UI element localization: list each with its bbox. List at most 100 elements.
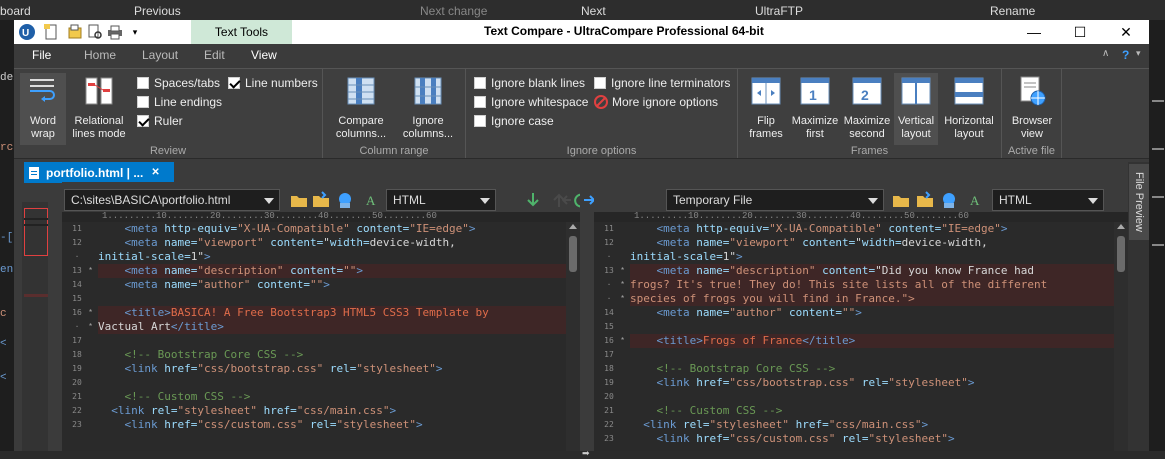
right-browse-folder-icon[interactable] xyxy=(916,191,934,209)
left-code-line: Vactual Art</title> xyxy=(98,320,568,334)
ignore-case-checkbox[interactable]: Ignore case xyxy=(474,114,554,128)
ribbon-tab-bar: File Home Layout Edit View ∧ ? ▾ xyxy=(14,44,1149,92)
ignore-blank-lines-checkbox[interactable]: Ignore blank lines xyxy=(474,76,585,90)
left-path-dropdown-icon[interactable] xyxy=(264,198,274,204)
left-line-number: 14 xyxy=(72,280,82,289)
print-preview-icon[interactable] xyxy=(86,23,104,41)
ruler-box[interactable] xyxy=(137,115,149,127)
right-path-combo[interactable]: Temporary File xyxy=(666,189,884,211)
left-font-icon[interactable]: A xyxy=(362,191,380,209)
right-syntax-combo[interactable]: HTML xyxy=(992,189,1104,211)
left-browse-folder-icon[interactable] xyxy=(312,191,330,209)
right-line-number: 13 xyxy=(604,266,614,275)
maximize-button[interactable]: ☐ xyxy=(1057,20,1103,44)
left-syntax-dropdown-icon[interactable] xyxy=(480,198,490,204)
background-right-strip xyxy=(1149,20,1165,451)
ignore-whitespace-checkbox[interactable]: Ignore whitespace xyxy=(474,95,588,109)
ignore-columns-button[interactable]: Ignore columns... xyxy=(398,75,458,141)
center-splitter[interactable]: ➡ xyxy=(562,182,596,458)
ignore-columns-icon xyxy=(414,77,442,105)
right-scroll-thumb[interactable] xyxy=(1117,236,1125,272)
right-line-number: 20 xyxy=(604,392,614,401)
right-code-view[interactable]: <meta http-equiv="X-UA-Compatible" conte… xyxy=(630,222,1114,451)
line-numbers-box[interactable] xyxy=(228,77,240,89)
flip-frames-button[interactable]: Flip frames xyxy=(744,75,788,141)
right-code-line: initial-scale=1"> xyxy=(630,250,743,263)
doc-tab-portfolio[interactable]: portfolio.html | ... ✕ xyxy=(24,162,174,183)
right-compare-pane: Temporary File A HTML 1.........10......… xyxy=(594,182,1128,451)
line-numbers-checkbox[interactable]: Line numbers xyxy=(228,76,318,90)
next-diff-down-icon[interactable] xyxy=(524,191,542,209)
tab-edit[interactable]: Edit xyxy=(204,48,225,62)
app-logo-icon[interactable]: U xyxy=(18,23,36,41)
tab-view[interactable]: View xyxy=(251,48,277,62)
tab-layout[interactable]: Layout xyxy=(142,48,178,62)
right-ftp-icon[interactable] xyxy=(940,191,958,209)
merge-arrows-icon[interactable] xyxy=(562,191,598,209)
spaces-tabs-box[interactable] xyxy=(137,77,149,89)
customize-qat-icon[interactable]: ▾ xyxy=(126,23,144,41)
tab-home[interactable]: Home xyxy=(84,48,116,62)
line-endings-checkbox[interactable]: Line endings xyxy=(137,95,222,109)
help-icon[interactable]: ? xyxy=(1122,48,1129,62)
relational-lines-mode-button[interactable]: Relational lines mode xyxy=(69,73,129,141)
left-code-view[interactable]: <meta http-equiv="X-UA-Compatible" conte… xyxy=(98,222,568,451)
left-code-line: <meta name="author" content=""> xyxy=(124,278,330,291)
print-icon[interactable] xyxy=(106,23,124,41)
browser-view-button[interactable]: Browser view xyxy=(1006,75,1058,141)
left-line-number-gutter: 11 12 · 13 * 14 15 16 * · * 17 18 19 20 21 22 23 xyxy=(62,222,98,451)
left-path-combo[interactable]: C:\sites\BASICA\portfolio.html xyxy=(64,189,280,211)
right-open-folder-icon[interactable] xyxy=(892,191,910,209)
open-file-icon[interactable] xyxy=(66,23,84,41)
right-vertical-scrollbar[interactable] xyxy=(1114,222,1128,451)
file-preview-tab[interactable]: File Preview xyxy=(1129,164,1149,240)
bg-label-board: board xyxy=(0,4,31,18)
doc-tab-close-icon[interactable]: ✕ xyxy=(151,167,159,178)
maximize-first-button[interactable]: 1 Maximize first xyxy=(790,75,840,141)
spaces-tabs-checkbox[interactable]: Spaces/tabs xyxy=(137,76,220,90)
left-open-folder-icon[interactable] xyxy=(290,191,308,209)
help-dropdown-icon[interactable]: ▾ xyxy=(1136,48,1141,59)
vertical-layout-button[interactable]: Vertical layout xyxy=(894,73,938,145)
line-endings-box[interactable] xyxy=(137,96,149,108)
left-syntax-combo[interactable]: HTML xyxy=(386,189,496,211)
more-ignore-options-button[interactable]: More ignore options xyxy=(594,95,718,109)
svg-text:A: A xyxy=(970,193,980,208)
compare-columns-button[interactable]: Compare columns... xyxy=(331,75,391,141)
left-code-line: initial-scale=1"> xyxy=(98,250,211,263)
maximize-second-icon: 2 xyxy=(852,77,882,105)
ribbon-collapse-icon[interactable]: ∧ xyxy=(1102,48,1109,59)
left-ftp-icon[interactable] xyxy=(336,191,354,209)
ignore-whitespace-box[interactable] xyxy=(474,96,486,108)
context-tab-text-tools[interactable]: Text Tools xyxy=(191,20,292,44)
left-code-line: <link href="css/custom.css" rel="stylesh… xyxy=(124,418,423,431)
minimize-button[interactable]: — xyxy=(1011,20,1057,44)
ignore-blank-lines-box[interactable] xyxy=(474,77,486,89)
ignore-line-terminators-box[interactable] xyxy=(594,77,606,89)
left-code-line: <meta name="description" content=""> xyxy=(98,264,568,278)
merge-right-arrow-icon[interactable]: ➡ xyxy=(582,448,590,459)
svg-text:2: 2 xyxy=(861,87,869,103)
word-wrap-button[interactable]: Word wrap xyxy=(20,73,66,145)
right-syntax-dropdown-icon[interactable] xyxy=(1088,198,1098,204)
maximize-second-button[interactable]: 2 Maximize second xyxy=(842,75,892,141)
right-line-number: · xyxy=(606,280,612,289)
maximize-first-icon: 1 xyxy=(800,77,830,105)
title-bar: U ▾ Text Tools Text Compare - UltraCompa… xyxy=(14,20,1149,44)
horizontal-layout-button[interactable]: Horizontal layout xyxy=(942,75,996,141)
tab-file[interactable]: File xyxy=(32,48,51,62)
new-file-icon[interactable] xyxy=(42,23,60,41)
left-vertical-scrollbar[interactable] xyxy=(566,222,580,451)
right-line-number: · xyxy=(606,294,612,303)
close-button[interactable]: ✕ xyxy=(1103,20,1149,44)
right-path-dropdown-icon[interactable] xyxy=(868,198,878,204)
diff-overview-bar[interactable] xyxy=(22,202,48,451)
no-entry-icon xyxy=(594,95,608,109)
left-scroll-thumb[interactable] xyxy=(569,236,577,272)
ruler-checkbox[interactable]: Ruler xyxy=(137,114,183,128)
right-code-line: <!-- Custom CSS --> xyxy=(630,404,783,417)
left-line-number: · xyxy=(74,252,80,261)
ignore-case-box[interactable] xyxy=(474,115,486,127)
right-font-icon[interactable]: A xyxy=(966,191,984,209)
ignore-line-terminators-checkbox[interactable]: Ignore line terminators xyxy=(594,76,730,90)
